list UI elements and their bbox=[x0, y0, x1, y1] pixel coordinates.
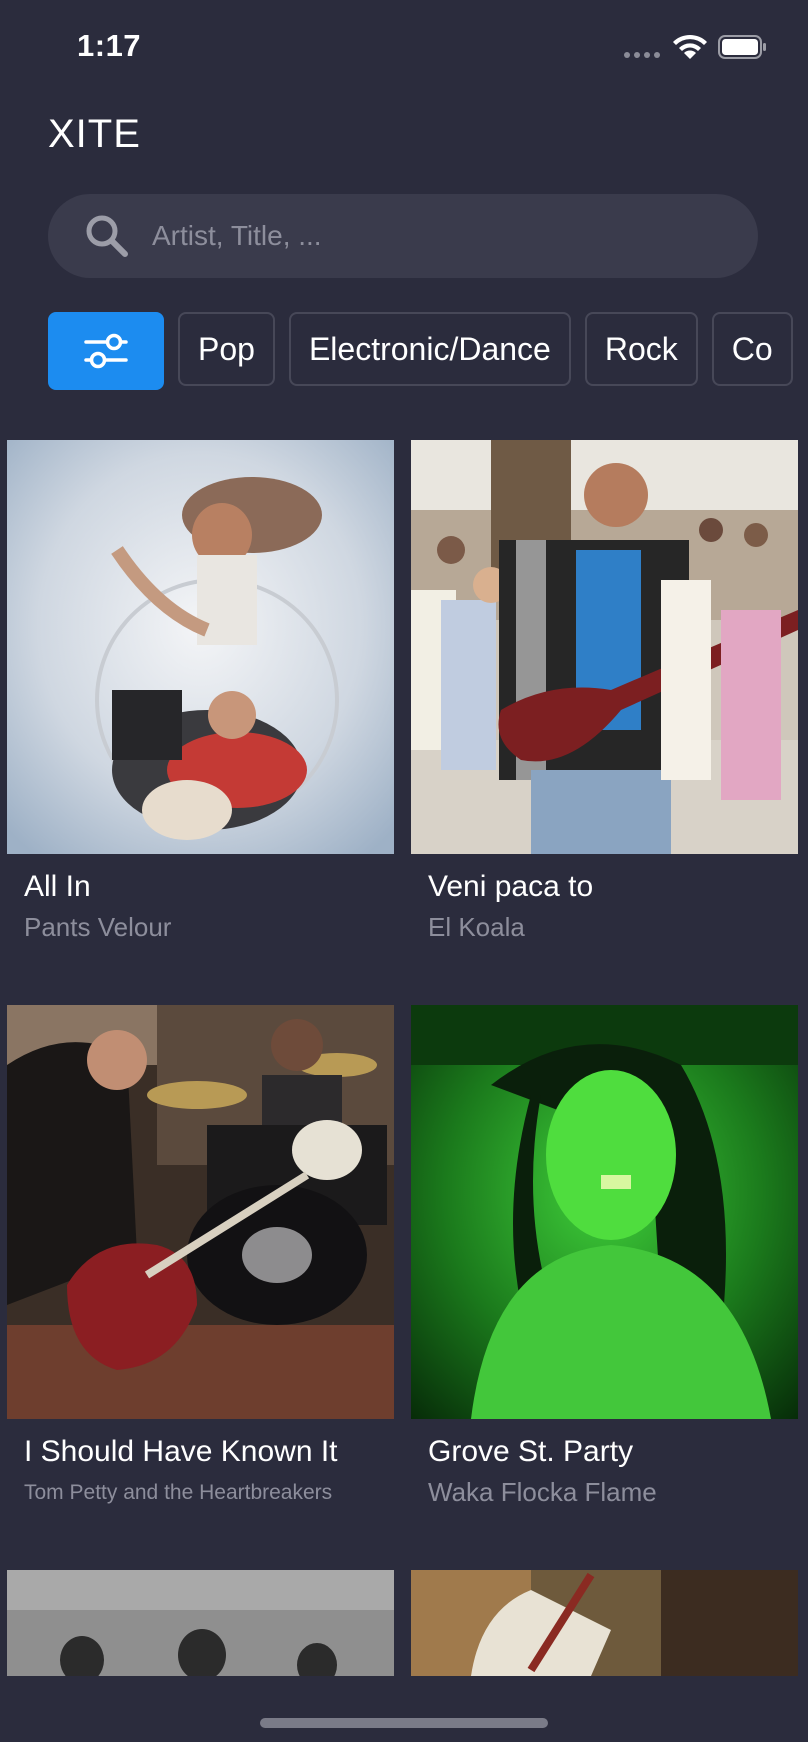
search-input[interactable] bbox=[150, 219, 758, 253]
battery-icon bbox=[718, 35, 766, 59]
video-artist: Waka Flocka Flame bbox=[428, 1477, 657, 1507]
video-card[interactable]: All In Pants Velour bbox=[7, 440, 394, 942]
genre-chip-electronic-dance[interactable]: Electronic/Dance bbox=[288, 312, 571, 386]
video-artist: Tom Petty and the Heartbreakers bbox=[24, 1481, 333, 1504]
genre-filter-bar: Pop Electronic/Dance Rock Co bbox=[48, 312, 808, 390]
wifi-icon bbox=[673, 34, 707, 59]
sliders-icon bbox=[84, 333, 128, 369]
video-title: Veni paca to bbox=[428, 870, 594, 903]
video-thumbnail bbox=[411, 1005, 798, 1419]
video-artist: El Koala bbox=[428, 912, 525, 942]
video-card[interactable]: Veni paca to El Koala bbox=[411, 440, 798, 942]
video-card[interactable]: Grove St. Party Waka Flocka Flame bbox=[411, 1005, 798, 1507]
video-artist: Pants Velour bbox=[24, 912, 172, 942]
video-thumbnail bbox=[411, 1570, 798, 1676]
genre-chip-co[interactable]: Co bbox=[711, 312, 793, 386]
video-title: Grove St. Party bbox=[428, 1435, 634, 1468]
status-time: 1:17 bbox=[77, 28, 142, 63]
search-icon bbox=[86, 215, 128, 257]
video-thumbnail bbox=[7, 1005, 394, 1419]
search-bar[interactable] bbox=[48, 194, 758, 278]
video-title: All In bbox=[24, 870, 91, 903]
status-bar: 1:17 bbox=[0, 0, 808, 95]
video-card[interactable] bbox=[411, 1570, 798, 1676]
video-thumbnail bbox=[7, 440, 394, 854]
genre-chip-rock[interactable]: Rock bbox=[584, 312, 698, 386]
app-title: XITE bbox=[48, 112, 141, 156]
video-thumbnail bbox=[7, 1570, 394, 1676]
genre-chip-pop[interactable]: Pop bbox=[178, 312, 275, 386]
filter-button[interactable] bbox=[48, 312, 164, 390]
video-thumbnail bbox=[411, 440, 798, 854]
cellular-signal-icon bbox=[624, 52, 660, 58]
video-card[interactable]: I Should Have Known It Tom Petty and the… bbox=[7, 1005, 394, 1504]
video-card[interactable] bbox=[7, 1570, 394, 1676]
video-title: I Should Have Known It bbox=[24, 1435, 338, 1468]
home-indicator[interactable] bbox=[260, 1718, 548, 1728]
